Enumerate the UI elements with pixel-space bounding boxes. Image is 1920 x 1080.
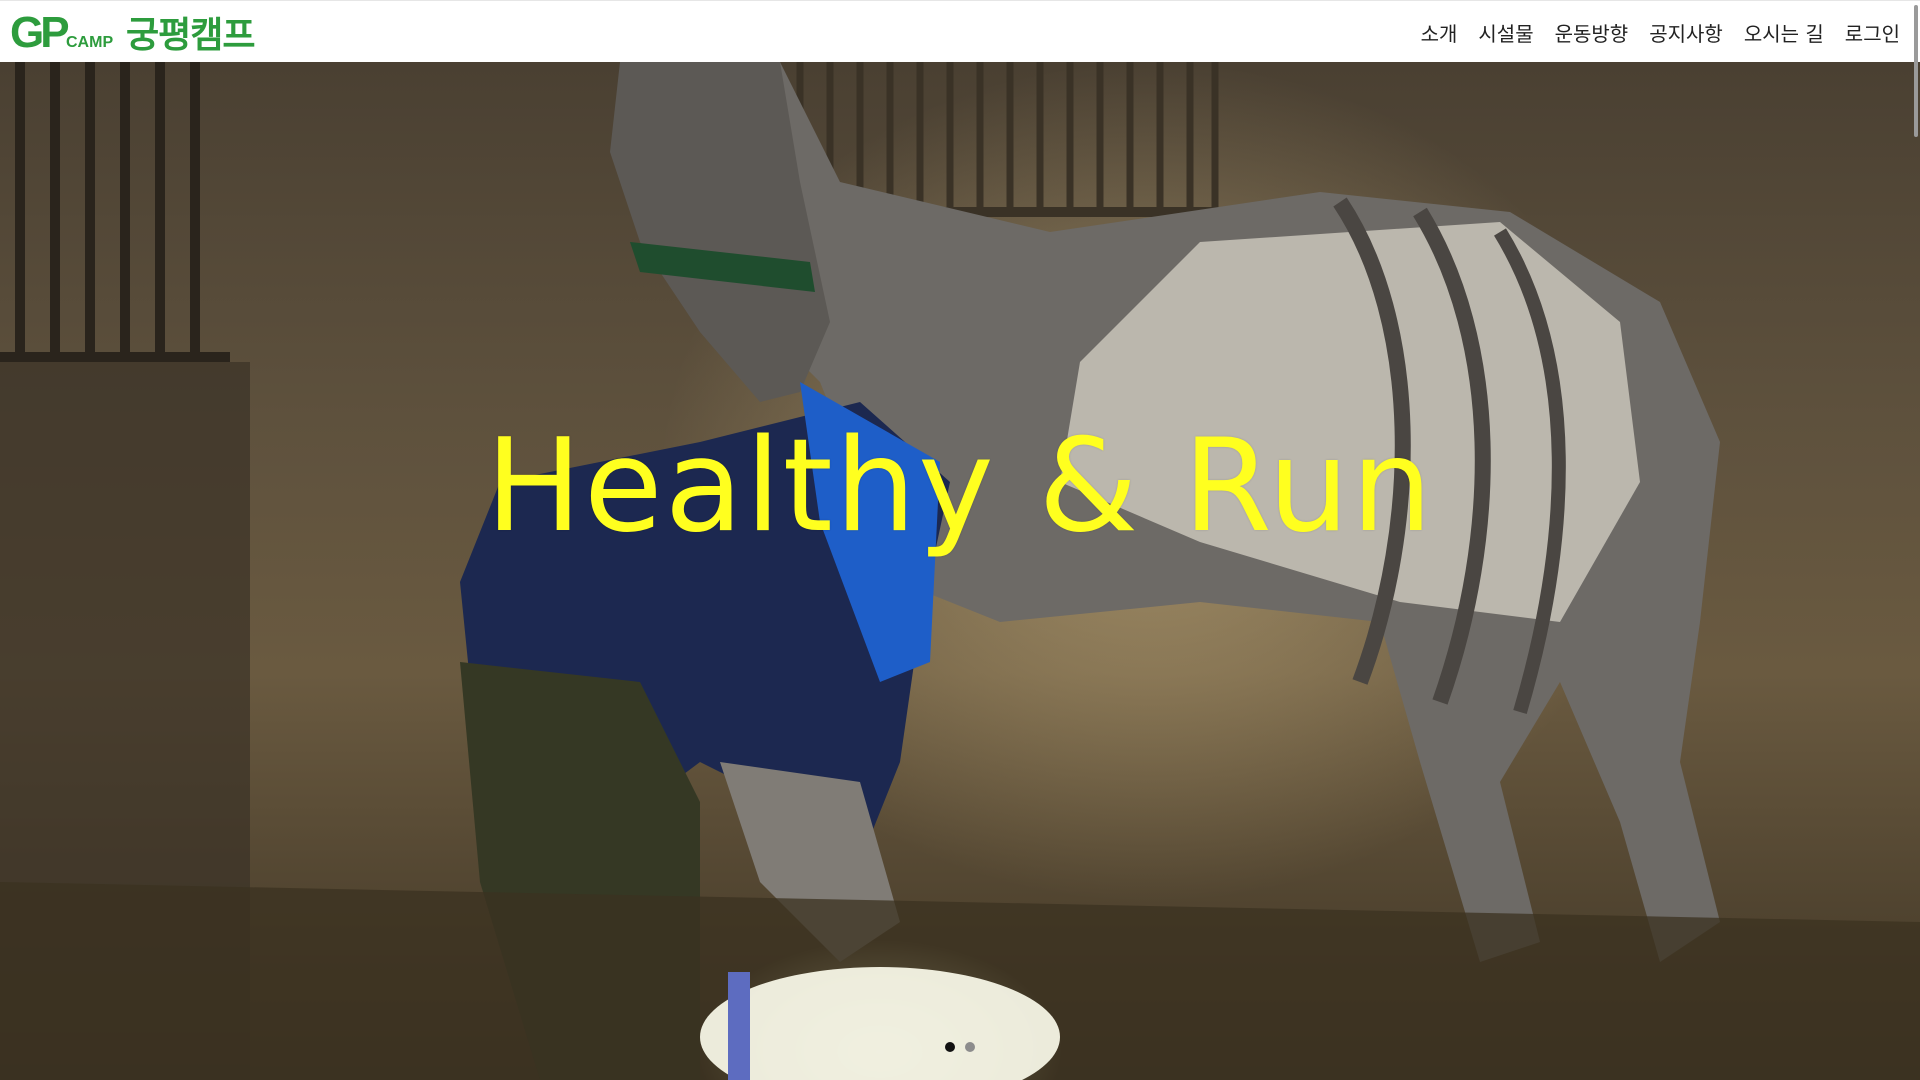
carousel-dot-1[interactable] bbox=[945, 1042, 955, 1052]
nav-item-facilities[interactable]: 시설물 bbox=[1478, 18, 1533, 47]
nav-item-intro[interactable]: 소개 bbox=[1421, 18, 1458, 47]
logo-mark-text: GP bbox=[10, 8, 70, 57]
nav-item-login[interactable]: 로그인 bbox=[1845, 18, 1900, 47]
logo-mark: GP CAMP bbox=[10, 7, 122, 57]
nav-item-exercise[interactable]: 운동방향 bbox=[1555, 18, 1629, 47]
hero-carousel: Healthy & Run bbox=[0, 62, 1920, 1080]
logo-name: 궁평캠프 bbox=[126, 15, 255, 56]
carousel-dot-2[interactable] bbox=[965, 1042, 975, 1052]
hero-background-image bbox=[0, 62, 1920, 1080]
nav-item-notices[interactable]: 공지사항 bbox=[1649, 18, 1723, 47]
main-nav: 소개 시설물 운동방향 공지사항 오시는 길 로그인 bbox=[1400, 1, 1900, 63]
hero-title: Healthy & Run bbox=[485, 412, 1435, 561]
nav-item-directions[interactable]: 오시는 길 bbox=[1744, 18, 1824, 47]
site-header: GP CAMP 궁평캠프 소개 시설물 운동방향 공지사항 오시는 길 로그인 bbox=[0, 0, 1920, 137]
logo-mark-sub: CAMP bbox=[66, 34, 114, 51]
scrollbar-thumb[interactable] bbox=[1914, 5, 1918, 137]
site-logo[interactable]: GP CAMP 궁평캠프 bbox=[10, 7, 255, 57]
stall-bars-left bbox=[0, 62, 230, 362]
carousel-indicators bbox=[0, 1042, 1920, 1052]
lantern bbox=[728, 972, 750, 1080]
